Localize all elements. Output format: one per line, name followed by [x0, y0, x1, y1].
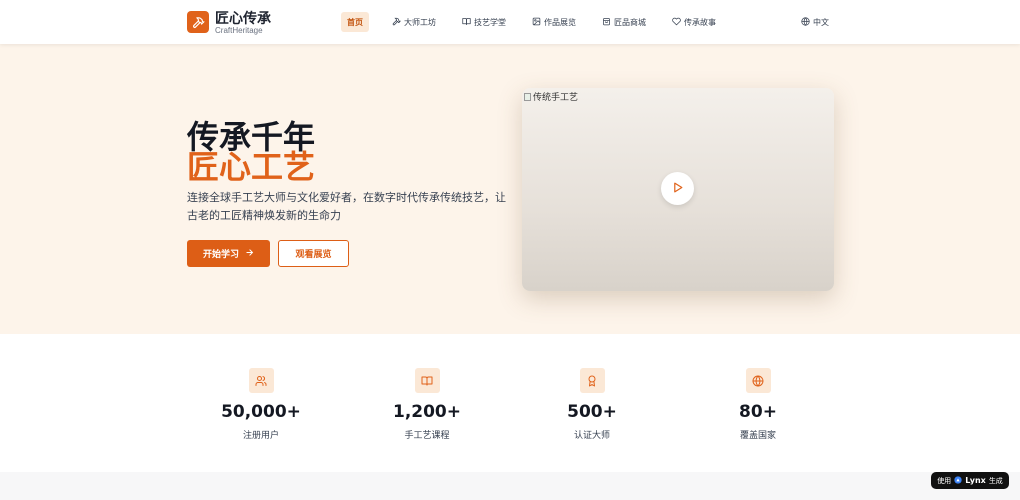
hero-section: 传承千年 匠心工艺 连接全球手工艺大师与文化爱好者，在数字时代传承传统技艺，让古…	[0, 44, 1020, 334]
brand-name[interactable]: 匠心传承	[215, 8, 271, 28]
nav-item-stories[interactable]: 传承故事	[666, 12, 722, 32]
users-icon	[248, 368, 274, 393]
badge-suffix: 生成	[988, 476, 1003, 485]
nav-item-label: 传承故事	[684, 17, 716, 27]
nav-item-label: 作品展览	[544, 17, 576, 27]
stat-label: 注册用户	[242, 431, 279, 441]
heart-icon	[672, 17, 681, 28]
nav-item-label: 大师工坊	[404, 17, 436, 27]
stat-value: 500+	[567, 402, 617, 422]
video-image-placeholder: 传统手工艺	[524, 90, 578, 103]
stat-users: 50,000+ 注册用户	[191, 368, 331, 441]
view-exhibition-label: 观看展览	[295, 250, 332, 260]
image-icon	[532, 17, 541, 28]
stat-label: 认证大师	[573, 431, 610, 441]
brand-subtitle: CraftHeritage	[215, 26, 263, 35]
globe-icon	[745, 368, 771, 393]
next-section-strip	[0, 472, 1020, 500]
language-switcher[interactable]: 中文	[795, 12, 835, 32]
award-icon	[579, 368, 605, 393]
nav-item-shop[interactable]: 匠品商城	[596, 12, 652, 32]
stat-countries: 80+ 覆盖国家	[688, 368, 828, 441]
stat-label: 覆盖国家	[739, 431, 776, 441]
start-learning-label: 开始学习	[202, 250, 239, 260]
nav-item-home[interactable]: 首页	[341, 12, 369, 32]
stat-value: 1,200+	[392, 402, 462, 422]
video-image-alt-text: 传统手工艺	[533, 93, 579, 103]
arrow-right-icon	[245, 248, 254, 260]
stats-section: 50,000+ 注册用户 1,200+ 手工艺课程 500+ 认证大师 80+ …	[0, 334, 1020, 472]
nav-item-craft-school[interactable]: 技艺学堂	[456, 12, 512, 32]
stat-masters: 500+ 认证大师	[522, 368, 662, 441]
badge-name: Lynx	[965, 476, 986, 485]
view-exhibition-button[interactable]: 观看展览	[278, 240, 349, 267]
hero-title-line2: 匠心工艺	[187, 148, 316, 186]
start-learning-button[interactable]: 开始学习	[187, 240, 270, 267]
hero-video-card[interactable]: 传统手工艺	[522, 88, 834, 291]
hero-description: 连接全球手工艺大师与文化爱好者，在数字时代传承传统技艺，让古老的工匠精神焕发新的…	[187, 191, 506, 222]
play-button[interactable]	[661, 172, 694, 205]
stat-value: 80+	[739, 402, 777, 422]
nav-item-master-workshop[interactable]: 大师工坊	[386, 12, 442, 32]
book-icon	[462, 17, 471, 28]
book-open-icon	[414, 368, 440, 393]
globe-icon	[801, 16, 810, 28]
play-icon	[671, 179, 684, 198]
broken-image-icon	[524, 92, 531, 101]
stat-courses: 1,200+ 手工艺课程	[357, 368, 497, 441]
stat-label: 手工艺课程	[404, 431, 450, 441]
nav-item-exhibition[interactable]: 作品展览	[526, 12, 582, 32]
nav-item-label: 匠品商城	[614, 17, 646, 27]
stat-value: 50,000+	[221, 402, 301, 422]
hammer-logo-icon[interactable]	[187, 11, 209, 33]
lynx-badge[interactable]: 使用 Lynx 生成	[931, 472, 1009, 489]
bag-icon	[602, 17, 611, 28]
lynx-logo-icon	[954, 475, 962, 486]
hammer-icon	[392, 17, 401, 28]
nav-item-label: 技艺学堂	[474, 17, 506, 27]
badge-prefix: 使用	[937, 476, 952, 485]
language-label: 中文	[813, 17, 829, 27]
top-navbar: 匠心传承 CraftHeritage 首页 大师工坊 技艺学堂 作品展览 匠品商…	[0, 0, 1020, 44]
nav-item-label: 首页	[347, 17, 363, 27]
